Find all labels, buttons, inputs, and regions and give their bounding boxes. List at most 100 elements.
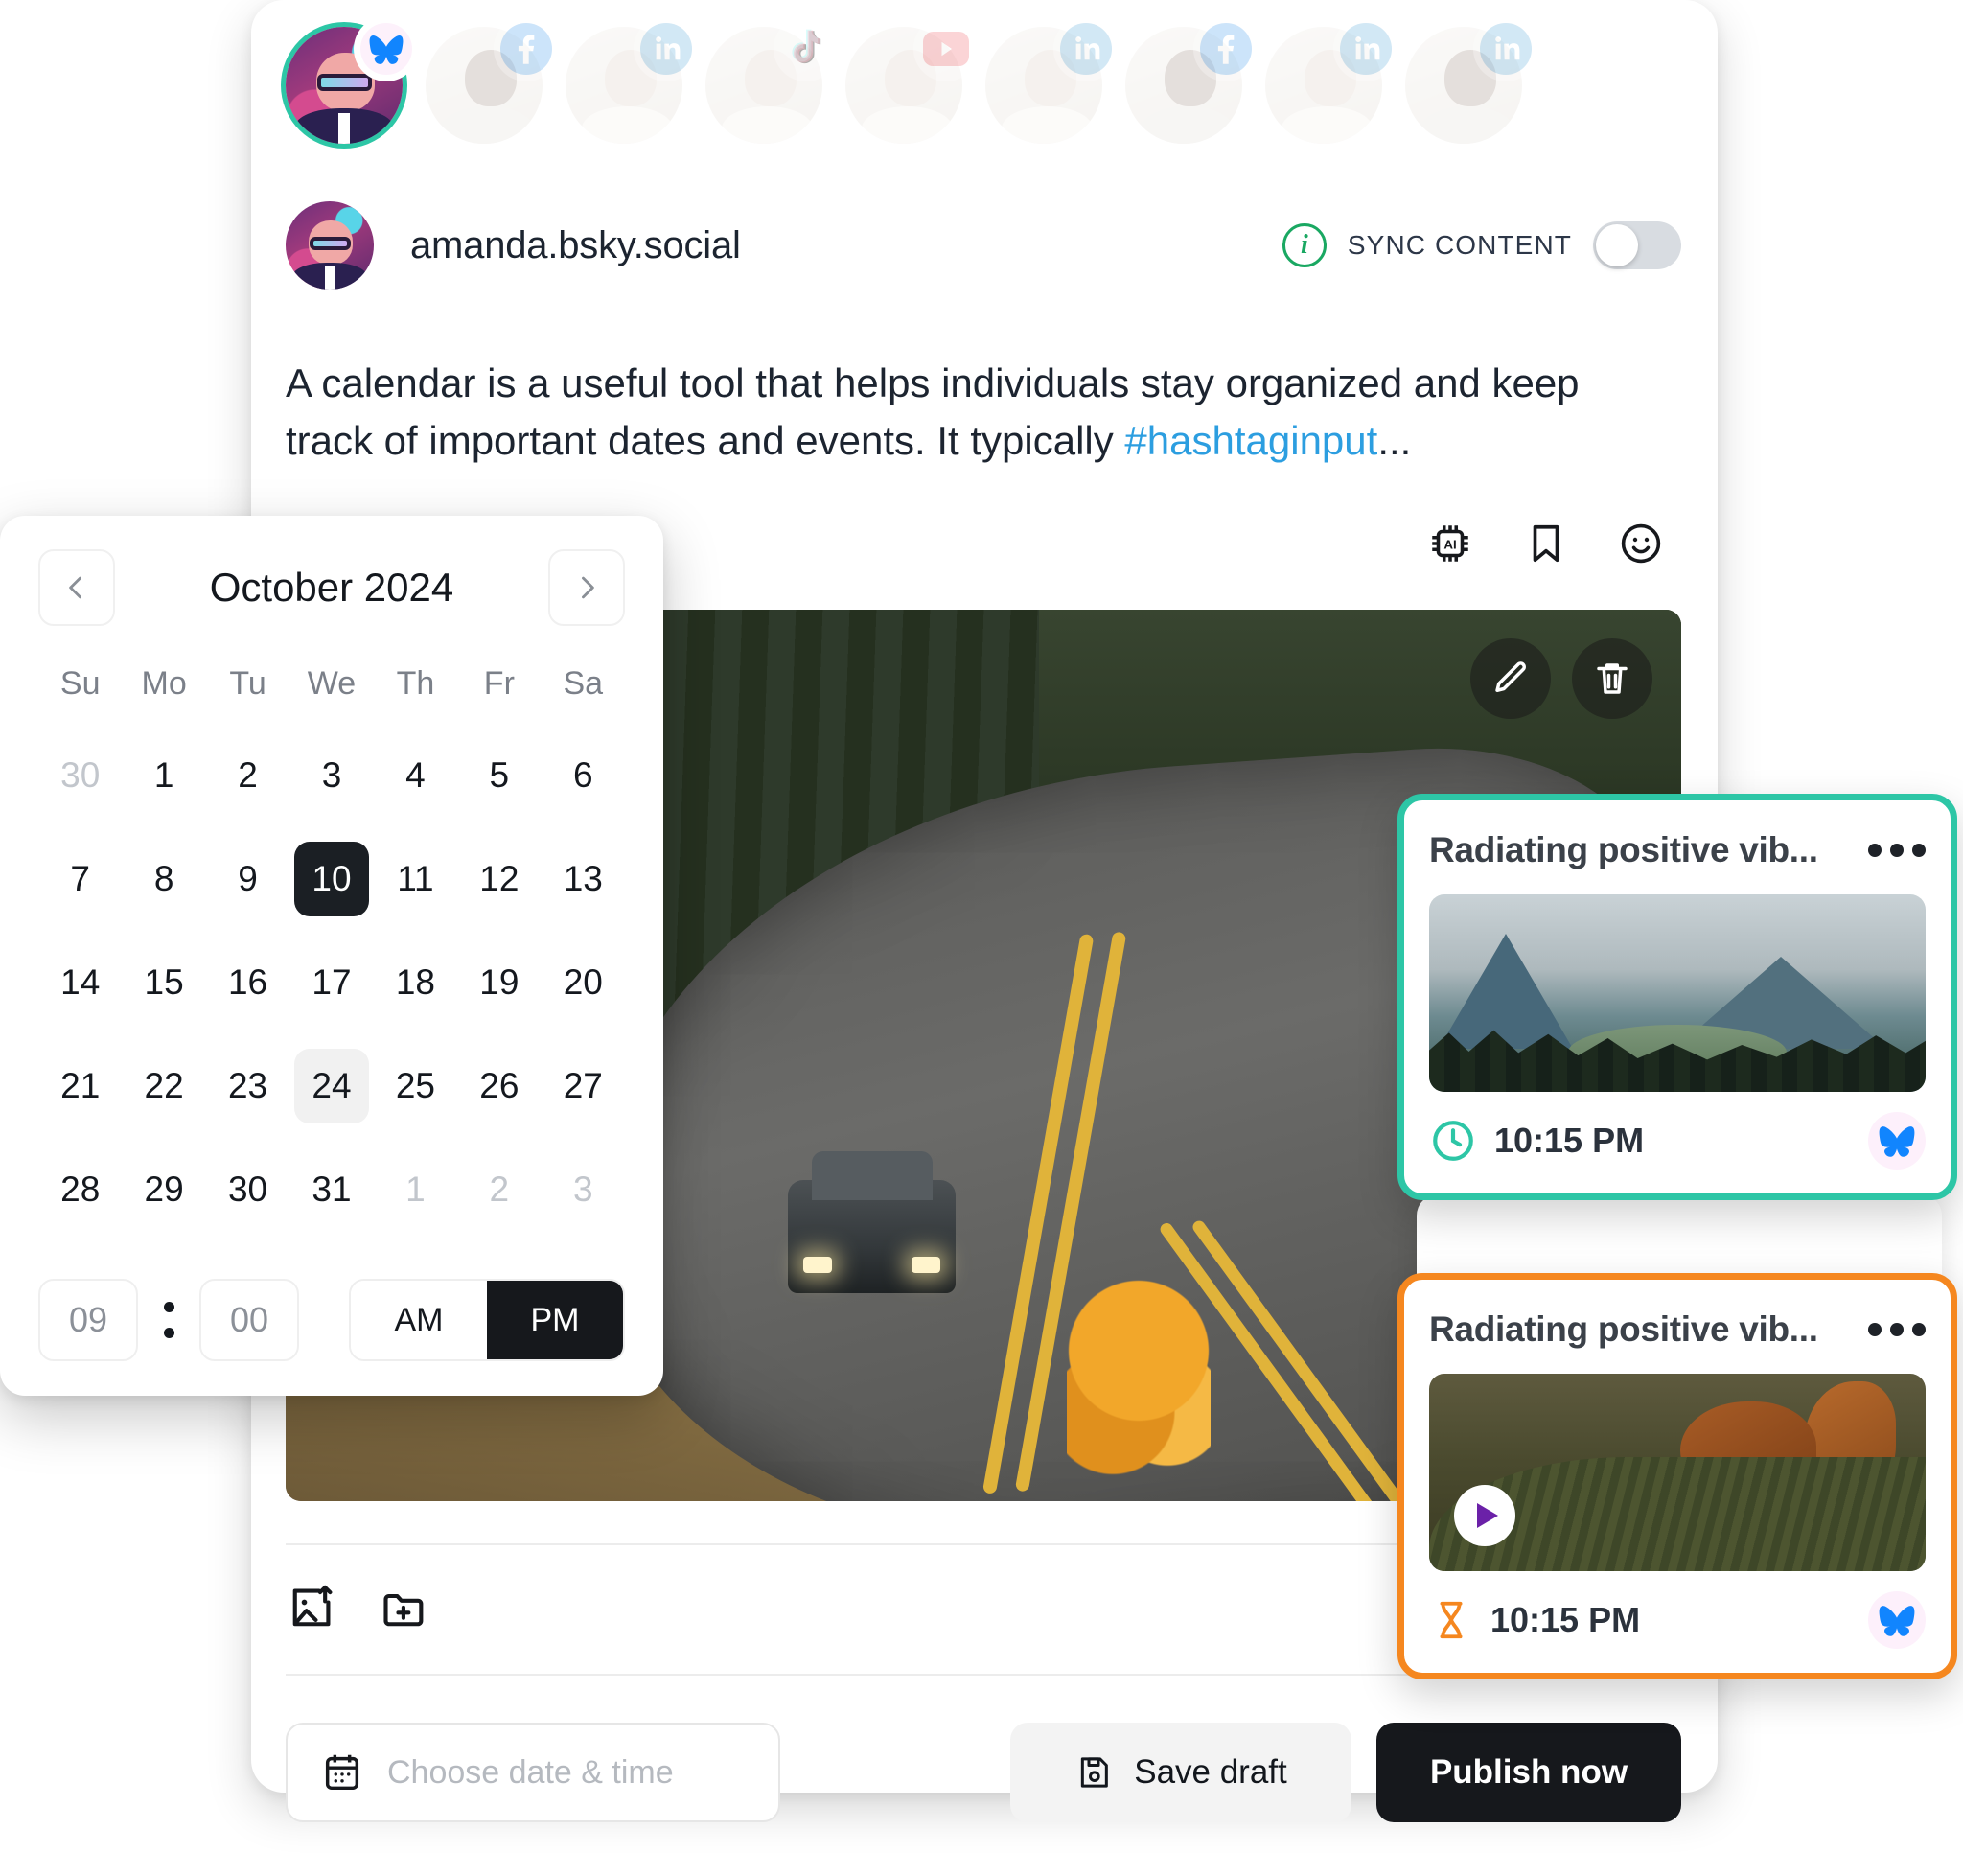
calendar-day-6[interactable]: 6 (542, 724, 625, 827)
scheduled-post-card[interactable]: Radiating positive vib... 10:15 PM (1397, 794, 1957, 1200)
account-avatar-linkedin[interactable] (1405, 23, 1532, 144)
calendar-day-3[interactable]: 3 (289, 724, 373, 827)
calendar-day-18[interactable]: 18 (374, 931, 457, 1034)
calendar-day-27[interactable]: 27 (542, 1034, 625, 1138)
bluesky-icon (360, 23, 412, 75)
media-tools (286, 1584, 429, 1638)
calendar-day-12[interactable]: 12 (457, 827, 541, 931)
sync-content-control[interactable]: i SYNC CONTENT (1282, 221, 1681, 269)
scheduled-post-card[interactable]: Radiating positive vib... 10:15 PM (1397, 1273, 1957, 1679)
smiley-icon[interactable] (1618, 521, 1664, 567)
date-time-placeholder: Choose date & time (387, 1753, 674, 1791)
account-avatar-linkedin[interactable] (985, 23, 1112, 144)
calendar-day-14[interactable]: 14 (38, 931, 122, 1034)
play-icon[interactable] (1454, 1485, 1515, 1546)
calendar-day-grid[interactable]: 30 1 2 3 4 5 6 7 8 9 10 11 12 13 14 15 16 17 18 19 20 21 22 23 2… (38, 724, 625, 1241)
footer-buttons: Save draft Publish now (1010, 1723, 1681, 1822)
card-footer: 10:15 PM (1429, 1590, 1926, 1650)
calendar-day-17[interactable]: 17 (289, 931, 373, 1034)
app-root: amanda.bsky.social i SYNC CONTENT A cale… (0, 0, 1963, 1876)
calendar-day-1[interactable]: 1 (374, 1138, 457, 1241)
avatar[interactable] (286, 201, 374, 290)
calendar-week-row: 21 22 23 24 25 26 27 (38, 1034, 625, 1138)
calendar-day-label: 3 (321, 755, 342, 795)
account-avatar-linkedin[interactable] (566, 23, 692, 144)
calendar-week-row: 7 8 9 10 11 12 13 (38, 827, 625, 931)
pm-button[interactable]: PM (487, 1281, 623, 1359)
calendar-day-label: 21 (60, 1066, 101, 1105)
calendar-day-30[interactable]: 30 (206, 1138, 289, 1241)
calendar-day-21[interactable]: 21 (38, 1034, 122, 1138)
date-picker-header: October 2024 (38, 548, 625, 627)
account-avatar-youtube[interactable] (845, 23, 972, 144)
more-horizontal-icon[interactable] (1868, 1323, 1926, 1336)
date-time-field[interactable]: Choose date & time (286, 1723, 780, 1822)
more-horizontal-icon[interactable] (1868, 844, 1926, 857)
save-draft-button[interactable]: Save draft (1010, 1723, 1351, 1822)
bluesky-butterfly-icon (1868, 1112, 1926, 1170)
calendar-day-label: 30 (227, 1170, 268, 1209)
calendar-day-13[interactable]: 13 (542, 827, 625, 931)
calendar-day-29[interactable]: 29 (122, 1138, 205, 1241)
calendar-day-label: 16 (227, 962, 268, 1002)
calendar-day-11[interactable]: 11 (374, 827, 457, 931)
calendar-day-8[interactable]: 8 (122, 827, 205, 931)
calendar-day-5[interactable]: 5 (457, 724, 541, 827)
clock-icon (1433, 1121, 1473, 1161)
card-thumbnail[interactable] (1429, 894, 1926, 1092)
calendar-day-19[interactable]: 19 (457, 931, 541, 1034)
calendar-day-label: 2 (238, 755, 258, 795)
trash-icon[interactable] (1572, 638, 1652, 719)
ai-chip-icon[interactable]: AI (1426, 520, 1474, 567)
calendar-day-4[interactable]: 4 (374, 724, 457, 827)
card-header: Radiating positive vib... (1429, 822, 1926, 879)
account-avatar-facebook[interactable] (1125, 23, 1252, 144)
calendar-day-2[interactable]: 2 (206, 724, 289, 827)
publish-now-button[interactable]: Publish now (1376, 1723, 1681, 1822)
calendar-day-30[interactable]: 30 (38, 724, 122, 827)
hour-input[interactable]: 09 (38, 1279, 138, 1361)
minute-input[interactable]: 00 (199, 1279, 299, 1361)
calendar-day-26[interactable]: 26 (457, 1034, 541, 1138)
calendar-day-31[interactable]: 31 (289, 1138, 373, 1241)
bookmark-icon[interactable] (1524, 521, 1568, 566)
post-text[interactable]: A calendar is a useful tool that helps i… (286, 355, 1628, 469)
calendar-day-label: 5 (489, 755, 510, 795)
card-footer: 10:15 PM (1429, 1111, 1926, 1170)
account-avatar-tiktok[interactable] (705, 23, 832, 144)
calendar-day-10[interactable]: 10 (289, 827, 373, 931)
calendar-day-15[interactable]: 15 (122, 931, 205, 1034)
calendar-day-16[interactable]: 16 (206, 931, 289, 1034)
calendar-day-20[interactable]: 20 (542, 931, 625, 1034)
calendar-day-25[interactable]: 25 (374, 1034, 457, 1138)
next-month-button[interactable] (547, 549, 625, 626)
calendar-day-22[interactable]: 22 (122, 1034, 205, 1138)
account-avatar-linkedin[interactable] (1265, 23, 1392, 144)
am-button[interactable]: AM (351, 1281, 487, 1359)
card-thumbnail[interactable] (1429, 1374, 1926, 1571)
calendar-day-7[interactable]: 7 (38, 827, 122, 931)
calendar-day-28[interactable]: 28 (38, 1138, 122, 1241)
info-icon[interactable]: i (1282, 223, 1327, 267)
calendar-day-23[interactable]: 23 (206, 1034, 289, 1138)
folder-add-icon[interactable] (380, 1584, 429, 1638)
image-upload-icon[interactable] (286, 1584, 335, 1638)
calendar-day-label: 2 (489, 1170, 510, 1209)
calendar-day-9[interactable]: 9 (206, 827, 289, 931)
hashtag-link[interactable]: #hashtaginput (1124, 418, 1377, 463)
account-avatar-rail[interactable] (286, 23, 1532, 144)
account-avatar-facebook[interactable] (426, 23, 552, 144)
calendar-day-3[interactable]: 3 (542, 1138, 625, 1241)
sync-content-toggle[interactable] (1593, 221, 1681, 269)
prev-month-button[interactable] (38, 549, 115, 626)
calendar-day-1[interactable]: 1 (122, 724, 205, 827)
account-avatar-bluesky[interactable] (286, 23, 412, 144)
calendar-day-label: 28 (60, 1170, 101, 1209)
calendar-week-row: 30 1 2 3 4 5 6 (38, 724, 625, 827)
calendar-day-2[interactable]: 2 (457, 1138, 541, 1241)
calendar-day-label: 13 (563, 859, 603, 898)
calendar-day-24[interactable]: 24 (289, 1034, 373, 1138)
hourglass-icon (1440, 1601, 1463, 1639)
pencil-icon[interactable] (1470, 638, 1551, 719)
calendar-day-label: 24 (293, 1049, 369, 1123)
